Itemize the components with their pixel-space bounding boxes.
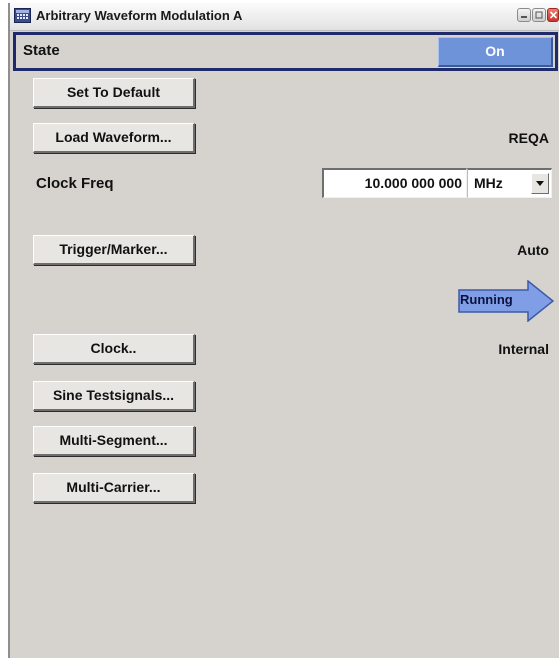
set-to-default-button[interactable]: Set To Default <box>33 78 195 108</box>
sine-testsignals-button[interactable]: Sine Testsignals... <box>33 381 195 411</box>
minimize-button[interactable] <box>517 8 531 22</box>
clock-freq-unit-select[interactable]: MHz <box>467 168 552 198</box>
clock-freq-label: Clock Freq <box>36 175 114 192</box>
state-row: State On <box>13 32 558 71</box>
waveform-app-icon <box>14 8 31 23</box>
minimize-icon <box>521 16 527 18</box>
clock-freq-input[interactable]: 10.000 000 000 <box>322 168 467 198</box>
multi-carrier-button[interactable]: Multi-Carrier... <box>33 473 195 503</box>
running-status-indicator: Running <box>458 280 554 322</box>
arb-modulation-window: Arbitrary Waveform Modulation A State On… <box>8 3 559 658</box>
window-title: Arbitrary Waveform Modulation A <box>36 8 243 23</box>
maximize-icon <box>535 11 543 19</box>
clock-freq-unit: MHz <box>474 175 503 191</box>
multi-segment-button[interactable]: Multi-Segment... <box>33 426 195 456</box>
close-icon <box>549 11 558 19</box>
trigger-mode-value: Auto <box>517 242 549 258</box>
waveform-name-value: REQA <box>508 130 549 146</box>
title-bar[interactable]: Arbitrary Waveform Modulation A <box>10 3 559 31</box>
trigger-marker-button[interactable]: Trigger/Marker... <box>33 235 195 265</box>
maximize-button[interactable] <box>532 8 546 22</box>
chevron-down-icon <box>536 181 544 186</box>
state-label: State <box>23 42 60 59</box>
dropdown-arrow-button[interactable] <box>531 173 549 194</box>
close-button[interactable] <box>547 8 559 22</box>
load-waveform-button[interactable]: Load Waveform... <box>33 123 195 153</box>
state-on-button[interactable]: On <box>438 37 553 67</box>
clock-button[interactable]: Clock.. <box>33 334 195 364</box>
run-status-label: Running <box>460 292 513 307</box>
clock-source-value: Internal <box>498 341 549 357</box>
